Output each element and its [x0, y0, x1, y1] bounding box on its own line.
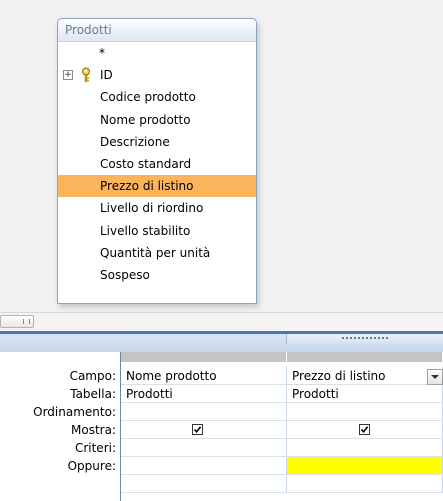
grid-cell-table-2[interactable]: Prodotti	[287, 385, 443, 403]
table-title[interactable]: Prodotti	[58, 19, 256, 42]
grid-cell-empty-2[interactable]	[287, 475, 443, 493]
field-item-livello-di-riordino[interactable]: Livello di riordino	[58, 197, 256, 219]
grid-header-bar	[0, 334, 443, 352]
column-selector-bar[interactable]	[286, 334, 443, 344]
row-label-sort: Ordinamento:	[33, 405, 116, 419]
grid-cell-criteria-2[interactable]	[287, 439, 443, 457]
expand-icon[interactable]: +	[63, 70, 73, 81]
field-item-all[interactable]: *	[58, 42, 256, 64]
grid-cell-or-2[interactable]	[287, 457, 443, 475]
row-label-table: Tabella:	[70, 387, 116, 401]
row-label-field: Campo:	[69, 369, 116, 383]
field-item-descrizione[interactable]: Descrizione	[58, 131, 256, 153]
grid-cell-field-2[interactable]: Prezzo di listino	[287, 367, 443, 385]
grid-cell-field-1[interactable]: Nome prodotto	[121, 367, 287, 385]
primary-key-icon	[82, 67, 90, 82]
grid-cell-table-1[interactable]: Prodotti	[121, 385, 287, 403]
field-item-quantita-per-unita[interactable]: Quantità per unità	[58, 242, 256, 264]
grip-icon	[23, 319, 30, 324]
dropdown-arrow-icon	[431, 375, 439, 379]
column-selector-1[interactable]	[121, 352, 287, 362]
column-selector-2[interactable]	[287, 352, 443, 362]
checkbox-icon[interactable]	[192, 424, 203, 435]
scrollbar-thumb[interactable]	[0, 315, 34, 328]
grid-cell-show-1[interactable]	[121, 421, 287, 439]
field-item-nome-prodotto[interactable]: Nome prodotto	[58, 109, 256, 131]
field-dropdown-button[interactable]	[427, 369, 443, 385]
resize-grip-icon[interactable]	[341, 337, 389, 339]
field-item-sospeso[interactable]: Sospeso	[58, 264, 256, 286]
field-list: * + ID Codice prodotto Nome prodotto Des…	[58, 42, 256, 303]
field-label: ID	[100, 68, 113, 83]
field-item-prezzo-di-listino[interactable]: Prezzo di listino	[58, 175, 256, 198]
field-item-codice-prodotto[interactable]: Codice prodotto	[58, 86, 256, 108]
row-label-or: Oppure:	[67, 459, 116, 473]
horizontal-scrollbar[interactable]	[0, 312, 443, 333]
field-item-costo-standard[interactable]: Costo standard	[58, 153, 256, 175]
row-label-criteria: Criteri:	[74, 441, 116, 455]
query-design-upper-pane: Prodotti * + ID Codice prodotto Nome pro…	[0, 0, 443, 312]
grid-cell-or-1[interactable]	[121, 457, 287, 475]
checkbox-icon[interactable]	[359, 424, 370, 435]
query-design-grid: Campo: Tabella: Ordinamento: Mostra: Cri…	[0, 334, 443, 501]
grid-cell-show-2[interactable]	[287, 421, 443, 439]
field-item-id[interactable]: + ID	[58, 64, 256, 86]
table-field-list-prodotti[interactable]: Prodotti * + ID Codice prodotto Nome pro…	[57, 18, 257, 304]
grid-cell-criteria-1[interactable]	[121, 439, 287, 457]
grid-cell-sort-1[interactable]	[121, 403, 287, 421]
row-label-show: Mostra:	[71, 423, 116, 437]
grid-cell-empty-1[interactable]	[121, 475, 287, 493]
field-item-livello-stabilito[interactable]: Livello stabilito	[58, 220, 256, 242]
grid-cell-sort-2[interactable]	[287, 403, 443, 421]
